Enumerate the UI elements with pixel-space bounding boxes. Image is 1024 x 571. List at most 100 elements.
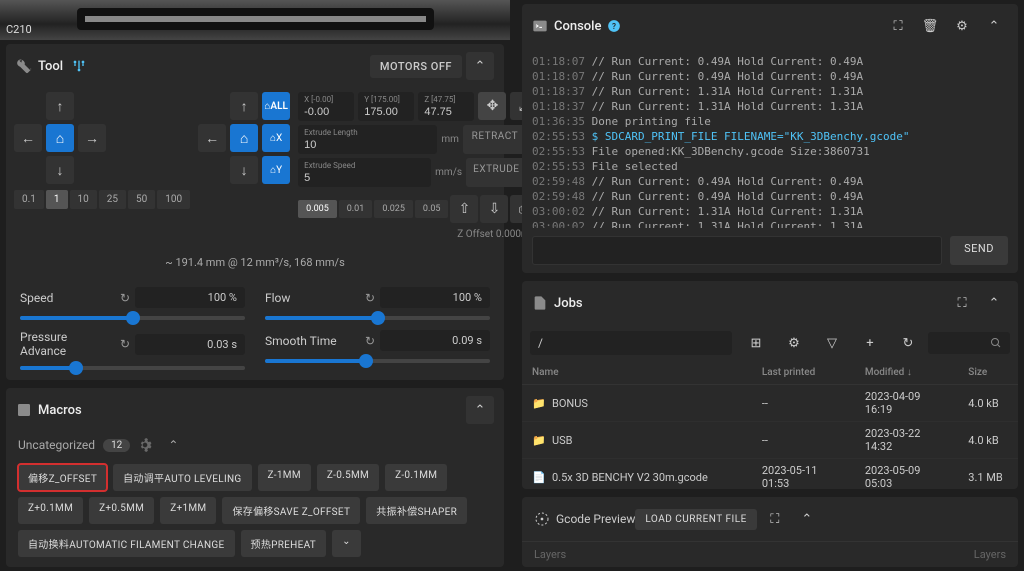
- refresh-icon[interactable]: ↻: [894, 329, 922, 357]
- category-collapse-icon[interactable]: ⌃: [168, 438, 178, 452]
- macros-collapse-icon[interactable]: ⌃: [466, 396, 494, 424]
- y-back-button[interactable]: →: [78, 124, 106, 152]
- step-10[interactable]: 10: [70, 190, 97, 209]
- z-position-field[interactable]: Z [47.75]: [418, 92, 474, 121]
- console-line: 03:00:02 // Run Current: 1.31A Hold Curr…: [532, 219, 1008, 228]
- columns-icon[interactable]: ⊞: [742, 329, 770, 357]
- home-all-button[interactable]: ⌂ ALL: [262, 92, 290, 120]
- pa-slider[interactable]: [20, 366, 245, 370]
- smooth-reset-icon[interactable]: ↻: [360, 331, 380, 351]
- nav-up-button[interactable]: ↑: [230, 92, 258, 120]
- jobs-icon: [532, 295, 548, 311]
- col-size[interactable]: Size: [958, 361, 1018, 385]
- col-modified[interactable]: Modified ↓: [855, 361, 958, 385]
- step-50[interactable]: 50: [128, 190, 155, 209]
- y-position-field[interactable]: Y [175.00]: [358, 92, 414, 121]
- add-icon[interactable]: +: [856, 329, 884, 357]
- gcode-fullscreen-icon[interactable]: ⛶: [761, 505, 789, 533]
- zstep-0.05[interactable]: 0.05: [415, 200, 449, 218]
- load-file-button[interactable]: LOAD CURRENT FILE: [635, 509, 756, 530]
- step-0.1[interactable]: 0.1: [14, 190, 44, 209]
- home-x-button[interactable]: ⌂ X: [262, 124, 290, 152]
- smooth-slider[interactable]: [265, 359, 490, 363]
- zstep-0.01[interactable]: 0.01: [339, 200, 373, 218]
- motors-off-button[interactable]: MOTORS OFF: [370, 55, 462, 78]
- speed-value[interactable]: 100 %: [135, 287, 245, 308]
- extrude-length-field[interactable]: Extrude Length: [298, 125, 437, 154]
- home-y-button[interactable]: ⌂ Y: [262, 156, 290, 184]
- macro-button[interactable]: Z+0.5MM: [89, 497, 154, 524]
- send-button[interactable]: SEND: [950, 236, 1008, 265]
- search-input[interactable]: [928, 332, 1010, 354]
- console-line: 02:55:53 File opened:KK_3DBenchy.gcode S…: [532, 144, 1008, 159]
- macro-more-button[interactable]: ⌄: [332, 530, 361, 557]
- speed-slider[interactable]: [20, 316, 245, 320]
- x-position-field[interactable]: X [-0.00]: [298, 92, 354, 121]
- smooth-label: Smooth Time: [265, 334, 360, 348]
- gcode-collapse-icon[interactable]: ⌃: [793, 505, 821, 533]
- nav-down-button[interactable]: ↓: [230, 156, 258, 184]
- console-collapse-icon[interactable]: ⌃: [980, 12, 1008, 40]
- speed-reset-icon[interactable]: ↻: [115, 288, 135, 308]
- macro-button[interactable]: 保存偏移SAVE Z_OFFSET: [222, 497, 360, 524]
- extrude-speed-field[interactable]: Extrude Speed: [298, 158, 431, 187]
- macro-button[interactable]: Z-0.1MM: [385, 464, 447, 491]
- tool-title: Tool: [38, 59, 63, 74]
- move-icon[interactable]: ✥: [478, 92, 506, 120]
- console-input[interactable]: [532, 236, 942, 265]
- x-left-button[interactable]: ←: [198, 124, 226, 152]
- table-row[interactable]: 📁USB--2023-03-22 14:324.0 kB: [522, 422, 1018, 459]
- filter-icon[interactable]: ▽: [818, 329, 846, 357]
- step-100[interactable]: 100: [157, 190, 190, 209]
- help-icon[interactable]: ?: [607, 19, 621, 33]
- settings-icon[interactable]: ⚙: [948, 12, 976, 40]
- macro-button[interactable]: 偏移Z_OFFSET: [18, 464, 107, 491]
- flow-slider[interactable]: [265, 316, 490, 320]
- macro-button[interactable]: 预热PREHEAT: [241, 530, 327, 557]
- home-xy-button[interactable]: ⌂: [230, 124, 258, 152]
- table-row[interactable]: 📄0.5x 3D BENCHY V2 30m.gcode2023-05-11 0…: [522, 459, 1018, 490]
- adjust-icon[interactable]: [71, 58, 87, 74]
- step-25[interactable]: 25: [99, 190, 126, 209]
- jobs-fullscreen-icon[interactable]: ⛶: [948, 289, 976, 317]
- pa-value[interactable]: 0.03 s: [135, 334, 245, 355]
- console-line: 03:00:02 // Run Current: 1.31A Hold Curr…: [532, 204, 1008, 219]
- z-up-button[interactable]: ⇧: [450, 195, 478, 223]
- col-last[interactable]: Last printed: [752, 361, 855, 385]
- macro-button[interactable]: Z-1MM: [258, 464, 311, 491]
- z-up-button[interactable]: ↑: [46, 92, 74, 120]
- col-name[interactable]: Name: [522, 361, 752, 385]
- config-icon[interactable]: ⚙: [780, 329, 808, 357]
- jobs-path[interactable]: /: [530, 331, 732, 355]
- collapse-icon[interactable]: ⌃: [466, 52, 494, 80]
- console-log[interactable]: 01:18:07 // Run Current: 0.49A Hold Curr…: [522, 48, 1018, 228]
- trash-icon[interactable]: 🗑: [916, 12, 944, 40]
- console-line: 02:55:53 File selected: [532, 159, 1008, 174]
- table-row[interactable]: 📁BONUS--2023-04-09 16:194.0 kB: [522, 385, 1018, 422]
- gear-icon[interactable]: [138, 438, 152, 452]
- jobs-collapse-icon[interactable]: ⌃: [980, 289, 1008, 317]
- pa-reset-icon[interactable]: ↻: [115, 334, 135, 354]
- smooth-value[interactable]: 0.09 s: [380, 330, 490, 351]
- macro-button[interactable]: Z+0.1MM: [18, 497, 83, 524]
- flow-value[interactable]: 100 %: [380, 287, 490, 308]
- macro-button[interactable]: 自动调平AUTO LEVELING: [113, 464, 251, 491]
- zstep-0.025[interactable]: 0.025: [374, 200, 413, 218]
- z-down-button[interactable]: ⇩: [480, 195, 508, 223]
- gcode-footer-right: Layers: [974, 548, 1006, 561]
- macros-title: Macros: [38, 403, 82, 418]
- zstep-0.005[interactable]: 0.005: [298, 200, 337, 218]
- macro-button[interactable]: Z+1MM: [160, 497, 216, 524]
- flow-reset-icon[interactable]: ↻: [360, 288, 380, 308]
- macro-button[interactable]: 共振补偿SHAPER: [366, 497, 467, 524]
- macro-button[interactable]: 自动换料AUTOMATIC FILAMENT CHANGE: [18, 530, 235, 557]
- fullscreen-icon[interactable]: ⛶: [884, 12, 912, 40]
- z-down-button[interactable]: ↓: [46, 156, 74, 184]
- y-forward-button[interactable]: ←: [14, 124, 42, 152]
- macros-count-badge: 12: [103, 439, 130, 452]
- step-1[interactable]: 1: [46, 190, 68, 209]
- home-z-button[interactable]: ⌂: [46, 124, 74, 152]
- gcode-panel: Gcode Preview LOAD CURRENT FILE ⛶ ⌃ Laye…: [522, 497, 1018, 567]
- macro-button[interactable]: Z-0.5MM: [317, 464, 379, 491]
- gcode-icon: [534, 511, 550, 527]
